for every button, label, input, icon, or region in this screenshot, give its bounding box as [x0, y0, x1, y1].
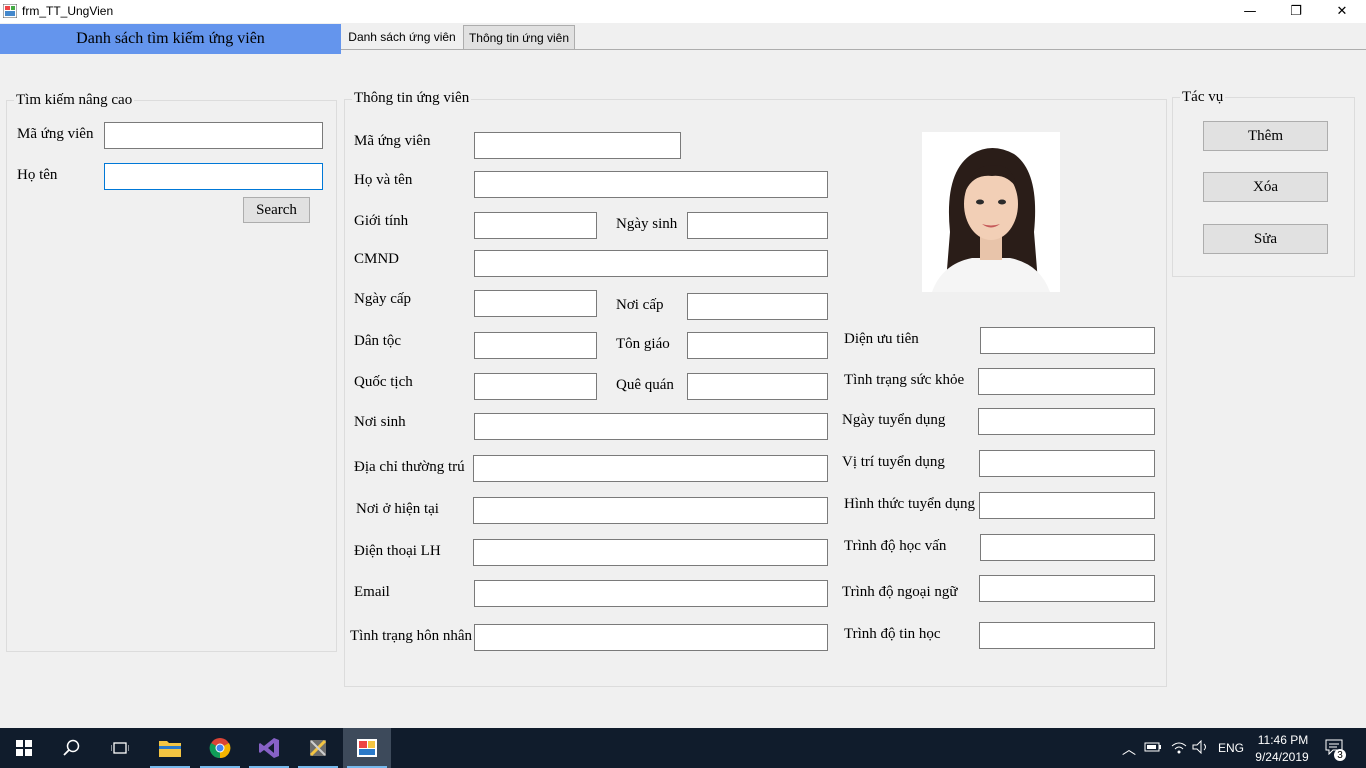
tinh-trang-suc-khoe-label: Tình trạng sức khỏe [844, 372, 965, 388]
title-bar [0, 0, 1366, 23]
dien-thoai-lh-label: Điện thoại LH [354, 543, 441, 559]
trinh-do-ngoai-ngu-label: Trình độ ngoại ngữ [842, 584, 958, 600]
close-button[interactable]: ✕ [1319, 0, 1365, 23]
hinh-thuc-tuyen-dung-input[interactable] [979, 492, 1155, 519]
quoc-tich-label: Quốc tịch [354, 374, 413, 390]
xoa-button[interactable]: Xóa [1203, 172, 1328, 202]
gioi-tinh-input[interactable] [474, 212, 597, 239]
battery-icon[interactable] [1144, 740, 1162, 754]
ton-giao-input[interactable] [687, 332, 828, 359]
window-title: frm_TT_UngVien [22, 4, 114, 18]
restore-button[interactable]: ❐ [1273, 0, 1319, 23]
actions-legend: Tác vụ [1180, 89, 1226, 106]
search-hoten-label: Họ tên [17, 167, 58, 183]
tab-divider [341, 49, 1366, 50]
tab-danh-sach-ung-vien[interactable]: Danh sách ứng viên [345, 25, 459, 49]
app-icon [3, 4, 17, 18]
trinh-do-hoc-van-input[interactable] [980, 534, 1155, 561]
candidate-info-legend: Thông tin ứng viên [352, 90, 472, 107]
noi-cap-input[interactable] [687, 293, 828, 320]
clock-time[interactable]: 11:46 PM [1256, 733, 1310, 747]
cmnd-label: CMND [354, 251, 400, 267]
noi-sinh-input[interactable] [474, 413, 828, 440]
search-ma-label: Mã ứng viên [17, 126, 94, 142]
trinh-do-tin-hoc-input[interactable] [979, 622, 1155, 649]
que-quan-label: Quê quán [616, 377, 674, 393]
chrome-icon[interactable] [196, 728, 244, 768]
dien-uu-tien-label: Diện ưu tiên [844, 331, 919, 347]
candidate-photo [922, 132, 1060, 292]
search-ma-input[interactable] [104, 122, 323, 149]
ma-ung-vien-input[interactable] [474, 132, 681, 159]
dien-uu-tien-input[interactable] [980, 327, 1155, 354]
them-button[interactable]: Thêm [1203, 121, 1328, 151]
dan-toc-label: Dân tộc [354, 333, 402, 349]
task-view-icon[interactable] [96, 728, 144, 768]
wifi-icon[interactable] [1170, 740, 1188, 754]
clock-date[interactable]: 9/24/2019 [1251, 750, 1313, 764]
cmnd-input[interactable] [474, 250, 828, 277]
quoc-tich-input[interactable] [474, 373, 597, 400]
ngay-cap-input[interactable] [474, 290, 597, 317]
file-explorer-icon[interactable] [146, 728, 194, 768]
ho-va-ten-input[interactable] [474, 171, 828, 198]
ngay-sinh-input[interactable] [687, 212, 828, 239]
volume-icon[interactable] [1192, 740, 1210, 754]
tinh-trang-hon-nhan-input[interactable] [474, 624, 828, 651]
dia-chi-thuong-tru-label: Địa chỉ thường trú [354, 459, 465, 475]
que-quan-input[interactable] [687, 373, 828, 400]
noi-sinh-label: Nơi sinh [354, 414, 406, 430]
vi-tri-tuyen-dung-input[interactable] [979, 450, 1155, 477]
search-hoten-input[interactable] [104, 163, 323, 190]
hinh-thuc-tuyen-dung-label: Hình thức tuyển dụng [844, 496, 976, 512]
trinh-do-hoc-van-label: Trình độ học vấn [844, 538, 947, 554]
active-app-icon[interactable] [343, 728, 391, 768]
sql-tools-icon[interactable] [294, 728, 342, 768]
ngay-tuyen-dung-label: Ngày tuyển dụng [842, 412, 946, 428]
ngay-cap-label: Ngày cấp [354, 291, 412, 307]
ngay-tuyen-dung-input[interactable] [978, 408, 1155, 435]
tinh-trang-suc-khoe-input[interactable] [978, 368, 1155, 395]
notification-count-badge: 3 [1334, 749, 1346, 761]
visual-studio-icon[interactable] [245, 728, 293, 768]
trinh-do-ngoai-ngu-input[interactable] [979, 575, 1155, 602]
chevron-up-icon[interactable]: ︿ [1122, 739, 1136, 759]
noi-o-hien-tai-label: Nơi ở hiện tại [356, 501, 439, 517]
advanced-search-legend: Tìm kiếm nâng cao [14, 92, 135, 109]
noi-cap-label: Nơi cấp [616, 297, 664, 313]
minimize-button[interactable]: — [1227, 0, 1273, 23]
tab-thong-tin-ung-vien[interactable]: Thông tin ứng viên [463, 25, 575, 50]
email-input[interactable] [474, 580, 828, 607]
email-label: Email [354, 584, 390, 600]
ma-ung-vien-label: Mã ứng viên [354, 133, 431, 149]
trinh-do-tin-hoc-label: Trình độ tin học [844, 626, 941, 642]
ho-va-ten-label: Họ và tên [354, 172, 413, 188]
search-icon[interactable] [48, 728, 96, 768]
dia-chi-thuong-tru-input[interactable] [473, 455, 828, 482]
windows-start-icon[interactable] [0, 728, 48, 768]
sua-button[interactable]: Sửa [1203, 224, 1328, 254]
noi-o-hien-tai-input[interactable] [473, 497, 828, 524]
search-button[interactable]: Search [243, 197, 310, 223]
language-indicator[interactable]: ENG [1218, 741, 1244, 755]
dan-toc-input[interactable] [474, 332, 597, 359]
left-panel-header: Danh sách tìm kiếm ứng viên [0, 24, 341, 54]
ton-giao-label: Tôn giáo [616, 336, 670, 352]
ngay-sinh-label: Ngày sinh [616, 216, 678, 232]
vi-tri-tuyen-dung-label: Vị trí tuyển dụng [842, 454, 945, 470]
tinh-trang-hon-nhan-label: Tình trạng hôn nhân [350, 628, 473, 644]
gioi-tinh-label: Giới tính [354, 213, 409, 229]
dien-thoai-lh-input[interactable] [473, 539, 828, 566]
